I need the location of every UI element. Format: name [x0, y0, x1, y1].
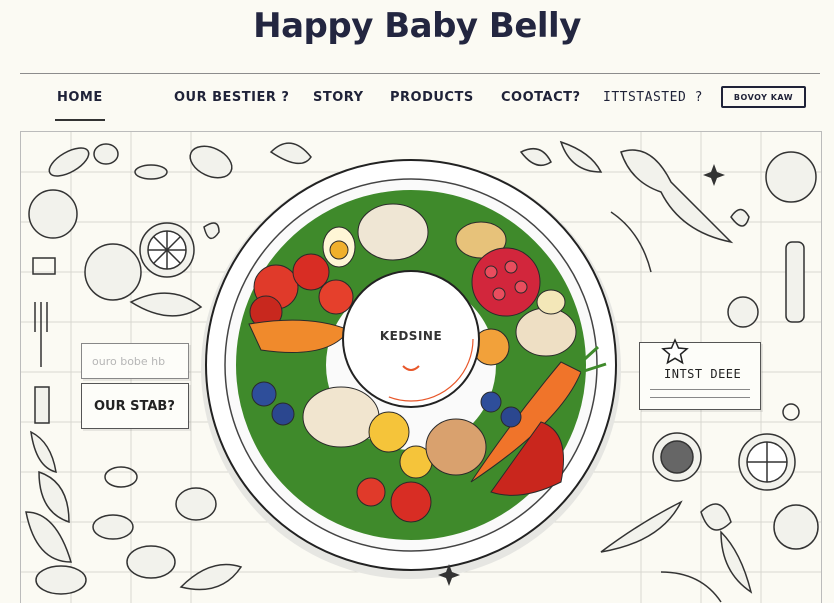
leaf-icon	[179, 563, 243, 591]
pin-icon	[730, 208, 750, 227]
nav-home[interactable]: HOME	[55, 90, 105, 121]
clock-icon	[782, 403, 800, 421]
leaf-icon	[519, 147, 552, 167]
leaf-icon	[269, 142, 312, 165]
nut-icon	[175, 487, 217, 521]
tomato-icon	[390, 481, 432, 523]
mushroom-icon	[189, 145, 233, 179]
bread-icon	[35, 565, 87, 595]
peach-icon	[84, 243, 142, 301]
nav-interested[interactable]: ITTSTASTED ?	[603, 90, 703, 105]
raspberry-icon	[471, 247, 541, 317]
pepper-icon	[38, 470, 70, 524]
info-card-rule	[650, 389, 750, 390]
squirrel-icon	[104, 466, 138, 488]
site-title: Happy Baby Belly	[253, 6, 581, 46]
bottle-icon	[785, 241, 805, 323]
hero-illustration: ouro bobe hb OUR STAB? INTST DEEE KEDSIN…	[20, 131, 822, 603]
sparkle-icon	[703, 164, 725, 186]
blueberry-icon	[251, 381, 277, 407]
plate-label: KEDSINE	[379, 329, 443, 343]
chicken-icon	[302, 386, 380, 448]
lemon-slice-icon	[368, 411, 410, 453]
mushroom-icon	[357, 203, 429, 261]
faded-card-text: ouro bobe hb	[92, 354, 166, 368]
leaf-icon	[48, 147, 90, 177]
tomato-icon	[292, 253, 330, 291]
pea-pod-icon	[134, 164, 168, 180]
mushroom-icon	[92, 514, 134, 540]
garlic-icon	[126, 545, 176, 579]
nav-story[interactable]: STORY	[313, 90, 364, 105]
our-story-label: OUR STAB?	[94, 398, 175, 414]
olive-icon	[727, 296, 759, 328]
herb-icon	[660, 571, 722, 603]
cta-button[interactable]: BOVOY KAW	[721, 86, 806, 108]
tomato-icon	[318, 279, 354, 315]
herb-icon	[610, 211, 652, 273]
info-card-rule	[650, 397, 750, 398]
faded-card: ouro bobe hb	[81, 343, 189, 379]
apple-icon	[28, 189, 78, 239]
tomato-icon	[356, 477, 386, 507]
blueberry-icon	[480, 391, 502, 413]
nav-products[interactable]: PRODUCTS	[390, 90, 474, 105]
apple-icon	[765, 151, 817, 203]
leaf-icon	[720, 530, 753, 594]
blueberry-icon	[271, 402, 295, 426]
main-nav: HOME OUR BESTIER ? STORY PRODUCTS COOTAC…	[0, 84, 834, 121]
onion-icon	[773, 504, 819, 550]
walnut-icon	[425, 418, 487, 476]
leaf-icon	[559, 140, 603, 173]
nut-icon	[93, 143, 119, 165]
nav-our-bestier[interactable]: OUR BESTIER ?	[174, 90, 289, 105]
star-icon	[661, 338, 689, 365]
leaf-icon	[203, 222, 220, 240]
leaf-icon	[30, 430, 57, 474]
zucchini-icon	[620, 149, 734, 244]
nav-divider	[20, 73, 820, 74]
blueberry-icon	[500, 406, 522, 428]
salt-shaker-icon	[34, 386, 50, 424]
our-story-card[interactable]: OUR STAB?	[81, 383, 189, 429]
info-card-label: INTST DEEE	[664, 367, 742, 381]
mushroom-icon	[515, 307, 577, 357]
leaf-icon	[700, 503, 732, 531]
nav-contact[interactable]: COOTACT?	[501, 90, 581, 105]
info-card[interactable]: INTST DEEE	[639, 338, 761, 410]
